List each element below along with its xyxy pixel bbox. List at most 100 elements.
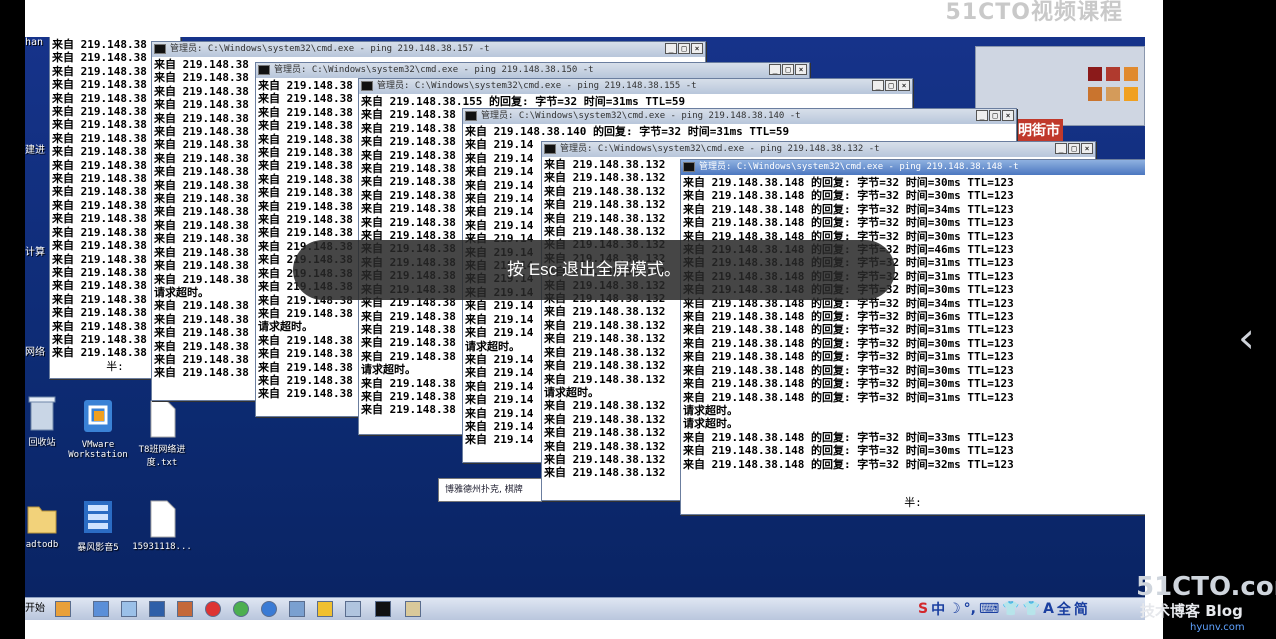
taskbar-app-icon[interactable] [177, 601, 193, 617]
taskbar-app-icon[interactable] [55, 601, 71, 617]
desktop: han 建进 计算 网络 明街市 回收站 VMware Workstation [25, 37, 1145, 597]
color-swatch [1124, 67, 1138, 81]
cmd-icon [154, 44, 166, 54]
cmd-line: 来自 219.148.38.148 的回复: 字节=32 时间=34ms TTL… [683, 202, 1014, 216]
window-titlebar[interactable]: 管理员: C:\Windows\system32\cmd.exe - ping … [681, 160, 1145, 175]
desktop-icon-file[interactable]: 15931118... [127, 499, 197, 552]
close-button[interactable]: × [691, 43, 703, 54]
cmd-line: 来自 219.148.38.148 的回复: 字节=32 时间=30ms TTL… [683, 336, 1014, 350]
cmd-icon [544, 144, 556, 154]
desktop-icon-label: VMware Workstation [68, 440, 128, 460]
taskbar-app-icon[interactable] [205, 601, 221, 617]
cmd-line: 来自 219.148.38.148 的回复: 字节=32 时间=30ms TTL… [683, 363, 1014, 377]
window-title: 管理员: C:\Windows\system32\cmd.exe - ping … [274, 65, 594, 75]
minimize-button[interactable]: _ [976, 110, 988, 121]
ime-a[interactable]: A [1043, 601, 1054, 617]
maximize-button[interactable]: □ [989, 110, 1001, 121]
ime-chinese[interactable]: 中 [931, 599, 945, 619]
video-bottom-bar [25, 620, 1163, 639]
window-titlebar[interactable]: 管理员: C:\Windows\system32\cmd.exe - ping … [359, 79, 912, 94]
brand-url: hyunv.com [1190, 622, 1245, 633]
skin-icon[interactable]: 👕 [1002, 601, 1019, 617]
minimize-button[interactable]: _ [1055, 143, 1067, 154]
cmd-line: 来自 219.148.38.148 的回复: 字节=32 时间=30ms TTL… [683, 216, 1014, 230]
color-swatch [1124, 87, 1138, 101]
maximize-button[interactable]: □ [782, 64, 794, 75]
fullscreen-stage: 51CTO视频课程 han 建进 计算 网络 明街市 回收站 VMware Wo… [0, 0, 1276, 639]
window-controls: _ □ × [769, 64, 807, 75]
street-text: 明街市 [1015, 119, 1063, 141]
taskbar: 开始 S 中 ☽ °, ⌨ 👕 👕 A 全 简 [25, 597, 1145, 620]
maximize-button[interactable]: □ [678, 43, 690, 54]
cmd-line: 来自 219.148.38.148 的回复: 字节=32 时间=36ms TTL… [683, 310, 1014, 324]
cmd-line: 请求超时。 [683, 403, 738, 417]
window-titlebar[interactable]: 管理员: C:\Windows\system32\cmd.exe - ping … [542, 142, 1095, 157]
cmd-line: 请求超时。 [683, 417, 738, 431]
ime-toolbar[interactable]: S 中 ☽ °, ⌨ 👕 👕 A 全 简 [918, 599, 1088, 619]
window-title: 管理员: C:\Windows\system32\cmd.exe - ping … [560, 144, 880, 154]
start-button[interactable]: 开始 [25, 600, 47, 618]
cmd-line: 来自 219.148.38.148 的回复: 字节=32 时间=31ms TTL… [683, 390, 1014, 404]
desktop-icon-label: 15931118... [132, 542, 192, 552]
taskbar-app-icon[interactable] [93, 601, 109, 617]
cmd-icon [258, 65, 270, 75]
taskbar-app-icon[interactable] [261, 601, 277, 617]
desktop-icon-vmware[interactable]: VMware Workstation [63, 397, 133, 460]
cmd-icon [465, 111, 477, 121]
minimize-button[interactable]: _ [769, 64, 781, 75]
cmd-icon [361, 81, 373, 91]
color-swatch [1106, 87, 1120, 101]
shirt-icon[interactable]: 👕 [1023, 601, 1040, 617]
taskbar-app-icon[interactable] [405, 601, 421, 617]
video-frame: 51CTO视频课程 han 建进 计算 网络 明街市 回收站 VMware Wo… [25, 0, 1163, 639]
taskbar-app-icon[interactable] [345, 601, 361, 617]
close-button[interactable]: × [1002, 110, 1014, 121]
desktop-icon-label: 暴风影音5 [77, 543, 119, 553]
window-controls: _ □ × [976, 110, 1014, 121]
cmd-line: 来自 219.148.38.148 的回复: 字节=32 时间=30ms TTL… [683, 176, 1014, 189]
cmd-window-148[interactable]: 管理员: C:\Windows\system32\cmd.exe - ping … [680, 159, 1145, 515]
cmd-line: 来自 219.148.38.148 的回复: 字节=32 时间=31ms TTL… [683, 323, 1014, 337]
window-titlebar[interactable]: 管理员: C:\Windows\system32\cmd.exe - ping … [152, 42, 705, 57]
punctuation-icon[interactable]: °, [964, 601, 976, 617]
recycle-bin-icon [28, 396, 56, 431]
maximize-button[interactable]: □ [1068, 143, 1080, 154]
close-button[interactable]: × [795, 64, 807, 75]
keyboard-icon[interactable]: ⌨ [979, 601, 999, 617]
edge-label-3: 计算 [25, 247, 45, 258]
window-controls: _ □ × [1055, 143, 1093, 154]
desktop-icon-txt-file[interactable]: T8班网络进度.txt [127, 399, 197, 468]
maximize-button[interactable]: □ [885, 80, 897, 91]
ime-fullwidth[interactable]: 全 [1057, 599, 1071, 619]
notification-balloon[interactable]: 博雅德州扑克, 棋牌 [438, 478, 543, 502]
taskbar-app-icon[interactable] [121, 601, 137, 617]
window-title: 管理员: C:\Windows\system32\cmd.exe - ping … [699, 162, 1019, 172]
desktop-icon-label: T8班网络进度.txt [138, 445, 186, 468]
window-titlebar[interactable]: 管理员: C:\Windows\system32\cmd.exe - ping … [256, 63, 809, 78]
window-controls: _ □ × [872, 80, 910, 91]
color-swatch [1088, 67, 1102, 81]
minimize-button[interactable]: _ [872, 80, 884, 91]
edge-label-4: 网络 [25, 347, 45, 358]
ime-simplified[interactable]: 简 [1074, 599, 1088, 619]
chevron-left-icon[interactable]: ‹ [1238, 317, 1255, 359]
taskbar-app-icon[interactable] [289, 601, 305, 617]
moon-icon[interactable]: ☽ [948, 601, 961, 617]
close-button[interactable]: × [898, 80, 910, 91]
text-file-icon [150, 400, 176, 438]
desktop-icon-storm-player[interactable]: 暴风影音5 [63, 497, 133, 553]
color-swatch [1088, 87, 1102, 101]
sogou-icon[interactable]: S [918, 601, 928, 617]
taskbar-app-icon[interactable] [233, 601, 249, 617]
taskbar-cmd-icon[interactable] [375, 601, 391, 617]
window-titlebar[interactable]: 管理员: C:\Windows\system32\cmd.exe - ping … [463, 109, 1016, 124]
folder-icon [27, 506, 57, 534]
close-button[interactable]: × [1081, 143, 1093, 154]
taskbar-app-icon[interactable] [149, 601, 165, 617]
edge-label-2: 建进 [25, 145, 45, 156]
taskbar-app-icon[interactable] [317, 601, 333, 617]
minimize-button[interactable]: _ [665, 43, 677, 54]
window-title: 管理员: C:\Windows\system32\cmd.exe - ping … [481, 111, 801, 121]
top-watermark: 51CTO视频课程 [945, 0, 1123, 25]
vmware-icon [84, 400, 112, 432]
